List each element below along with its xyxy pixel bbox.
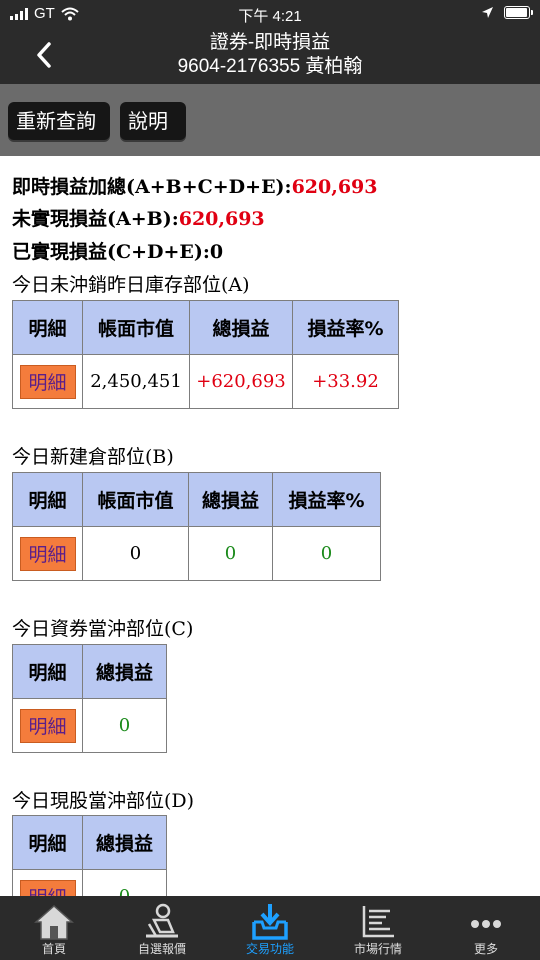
summary-total-label: 即時損益加總(A+B+C+D+E): — [12, 176, 292, 198]
status-right — [481, 6, 533, 19]
col-market-value: 帳面市值 — [82, 472, 189, 527]
total-pl-cell: 0 — [82, 698, 167, 753]
market-value-cell: 0 — [82, 526, 189, 581]
table-header-row: 明細 帳面市值 總損益 損益率% — [12, 300, 399, 355]
detail-cell: 明細 — [12, 354, 83, 409]
total-pl-cell: 0 — [188, 526, 273, 581]
col-detail: 明細 — [12, 472, 83, 527]
section-b-title: 今日新建倉部位(B) — [12, 446, 174, 468]
tab-watchlist-label: 自選報價 — [137, 942, 186, 956]
summary-unrealized: 未實現損益(A+B):620,693 — [12, 204, 265, 231]
col-pl-rate: 損益率% — [292, 300, 399, 355]
section-a-table: 明細 帳面市值 總損益 損益率% 明細 2,450,451 +620,693 +… — [12, 300, 399, 409]
detail-button[interactable]: 明細 — [19, 536, 76, 571]
total-pl-cell: 0 — [82, 869, 167, 896]
tab-market[interactable]: 市場行情 — [324, 896, 432, 960]
page-title-block: 證券-即時損益 9604-2176355 黃柏翰 — [0, 31, 540, 79]
tab-watchlist[interactable]: 自選報價 — [108, 896, 216, 960]
pl-content[interactable]: 即時損益加總(A+B+C+D+E):620,693 未實現損益(A+B):620… — [0, 156, 540, 896]
col-total-pl: 總損益 — [82, 815, 167, 870]
summary-realized-value: 0 — [209, 241, 224, 263]
tab-trade[interactable]: 交易功能 — [216, 896, 324, 960]
tab-market-label: 市場行情 — [353, 942, 402, 956]
tab-more[interactable]: 更多 — [432, 896, 540, 960]
table-row: 明細 0 — [12, 698, 167, 753]
nav-bar: 證券-即時損益 9604-2176355 黃柏翰 — [0, 28, 540, 84]
section-d-table: 明細 總損益 明細 0 — [12, 815, 167, 896]
col-pl-rate: 損益率% — [272, 472, 381, 527]
status-bar: GT 下午 4:21 — [0, 0, 540, 28]
market-value-cell: 2,450,451 — [82, 354, 190, 409]
section-b-table: 明細 帳面市值 總損益 損益率% 明細 0 0 0 — [12, 472, 381, 581]
market-icon — [362, 906, 394, 938]
table-row: 明細 0 0 0 — [12, 526, 381, 581]
col-total-pl: 總損益 — [82, 644, 167, 699]
summary-realized-label: 已實現損益(C+D+E): — [12, 241, 210, 263]
toolbar: 重新查詢 說明 — [0, 84, 540, 156]
col-detail: 明細 — [12, 644, 83, 699]
summary-realized: 已實現損益(C+D+E):0 — [12, 237, 223, 264]
total-pl-cell: +620,693 — [189, 354, 293, 409]
detail-button[interactable]: 明細 — [19, 708, 76, 743]
col-total-pl: 總損益 — [188, 472, 273, 527]
tab-home[interactable]: 首頁 — [0, 896, 108, 960]
summary-unrealized-label: 未實現損益(A+B): — [12, 208, 179, 230]
table-row: 明細 2,450,451 +620,693 +33.92 — [12, 354, 399, 409]
tab-home-label: 首頁 — [41, 942, 66, 956]
battery-icon — [504, 6, 533, 19]
detail-cell: 明細 — [12, 869, 83, 896]
table-header-row: 明細 總損益 — [12, 815, 167, 870]
table-header-row: 明細 帳面市值 總損益 損益率% — [12, 472, 381, 527]
col-detail: 明細 — [12, 815, 83, 870]
tab-bar: 首頁 自選報價 交易功能 市場行情 更多 — [0, 896, 540, 960]
tab-more-label: 更多 — [473, 942, 498, 956]
home-icon — [34, 904, 74, 940]
detail-cell: 明細 — [12, 526, 83, 581]
help-button[interactable]: 說明 — [120, 102, 186, 140]
summary-total-value: 620,693 — [291, 176, 378, 198]
detail-cell: 明細 — [12, 698, 83, 753]
clock: 下午 4:21 — [238, 8, 302, 25]
tab-trade-label: 交易功能 — [245, 942, 294, 956]
requery-button[interactable]: 重新查詢 — [8, 102, 110, 140]
page-title: 證券-即時損益 — [209, 32, 331, 53]
detail-button[interactable]: 明細 — [19, 879, 76, 896]
location-arrow-icon — [482, 7, 493, 18]
detail-button[interactable]: 明細 — [19, 364, 76, 399]
col-total-pl: 總損益 — [189, 300, 293, 355]
col-market-value: 帳面市值 — [82, 300, 190, 355]
section-a-title: 今日未沖銷昨日庫存部位(A) — [12, 274, 250, 296]
summary-unrealized-value: 620,693 — [178, 208, 265, 230]
table-header-row: 明細 總損益 — [12, 644, 167, 699]
table-row: 明細 0 — [12, 869, 167, 896]
pl-rate-cell: +33.92 — [292, 354, 399, 409]
pl-rate-cell: 0 — [272, 526, 381, 581]
summary-total: 即時損益加總(A+B+C+D+E):620,693 — [12, 172, 378, 199]
section-c-title: 今日資券當沖部位(C) — [12, 618, 194, 640]
more-icon — [471, 920, 501, 928]
section-c-table: 明細 總損益 明細 0 — [12, 644, 167, 753]
trade-icon — [252, 904, 288, 940]
section-d-title: 今日現股當沖部位(D) — [12, 790, 195, 812]
col-detail: 明細 — [12, 300, 83, 355]
watchlist-icon — [146, 903, 178, 938]
account-subtitle: 9604-2176355 黃柏翰 — [177, 56, 363, 77]
